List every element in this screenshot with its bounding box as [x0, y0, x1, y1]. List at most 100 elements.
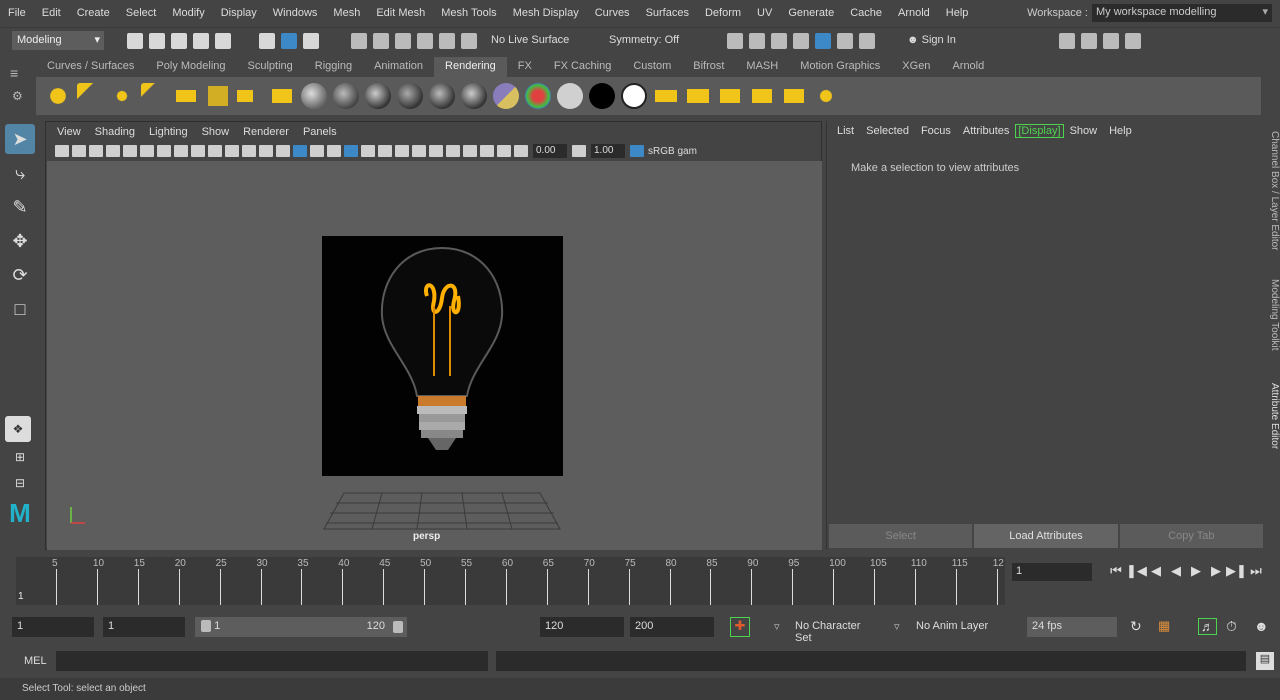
menu-arnold[interactable]: Arnold — [890, 7, 938, 19]
menu-cache[interactable]: Cache — [842, 7, 890, 19]
playback-end-field[interactable]: 120 — [540, 617, 624, 637]
time-slider[interactable]: 5 10 15 20 25 30 35 40 45 50 55 60 65 70 75 80 85 90 95 100… — [10, 557, 1005, 607]
save-scene-icon[interactable] — [171, 32, 187, 49]
ae-menu-help[interactable]: Help — [1103, 125, 1138, 137]
menu-mesh-display[interactable]: Mesh Display — [505, 7, 587, 19]
point-light-icon[interactable] — [109, 83, 135, 109]
shelf-tab-fx-caching[interactable]: FX Caching — [542, 57, 623, 77]
four-view-layout-icon[interactable]: ⊞ — [5, 446, 35, 468]
render-frame-icon[interactable] — [749, 32, 765, 49]
color-management-icon[interactable] — [630, 145, 644, 157]
phong-e-sphere-icon[interactable] — [397, 83, 423, 109]
pause-icon[interactable] — [859, 32, 875, 49]
rotate-tool-icon[interactable]: ⟳ — [5, 260, 35, 290]
ambient-light-icon[interactable] — [45, 83, 71, 109]
menu-edit-mesh[interactable]: Edit Mesh — [368, 7, 433, 19]
move-tool-icon[interactable]: ✥ — [5, 226, 35, 256]
loop-icon[interactable]: ↻ — [1130, 618, 1142, 635]
shelf-tab-fx[interactable]: FX — [506, 57, 543, 77]
play-backwards-icon[interactable]: ◀ — [1166, 563, 1186, 581]
use-background-icon[interactable] — [589, 83, 615, 109]
shelf-settings-icon[interactable]: ⚙ — [12, 89, 24, 103]
menu-surfaces[interactable]: Surfaces — [638, 7, 697, 19]
step-forward-key-icon[interactable]: ▶ — [1206, 563, 1226, 581]
textured-icon[interactable] — [344, 145, 358, 157]
render-settings-icon[interactable] — [793, 32, 809, 49]
lasso-tool-icon[interactable]: ⤷ — [5, 158, 35, 188]
tab-modeling-toolkit[interactable]: Modeling Toolkit — [1264, 279, 1280, 351]
arnold-render-icon[interactable] — [837, 32, 853, 49]
go-to-end-icon[interactable]: ⏭ — [1246, 563, 1266, 581]
render-sequence-icon[interactable] — [653, 83, 679, 109]
render-pass-icon[interactable] — [781, 83, 807, 109]
two-view-layout-icon[interactable]: ⊟ — [5, 472, 35, 494]
ae-menu-selected[interactable]: Selected — [860, 125, 915, 137]
viewport-menu-panels[interactable]: Panels — [296, 126, 344, 138]
modeling-toolkit-icon[interactable] — [1059, 32, 1075, 49]
image-plane-lightbulb[interactable] — [322, 236, 563, 476]
playback-start-field[interactable]: 1 — [103, 617, 185, 637]
resolution-gate-icon[interactable] — [191, 145, 205, 157]
animation-end-field[interactable]: 200 — [630, 617, 714, 637]
go-to-start-icon[interactable]: ⏮ — [1106, 563, 1126, 581]
menu-file[interactable]: File — [0, 7, 34, 19]
shadows-icon[interactable] — [378, 145, 392, 157]
volume-light-icon[interactable] — [205, 83, 231, 109]
field-chart-icon[interactable] — [225, 145, 239, 157]
channel-box-icon[interactable] — [1125, 32, 1141, 49]
menu-mesh[interactable]: Mesh — [325, 7, 368, 19]
camera-aim-icon[interactable] — [269, 83, 295, 109]
gate-mask-icon[interactable] — [208, 145, 222, 157]
viewport-canvas[interactable]: persp — [47, 161, 822, 550]
step-back-key-icon[interactable]: ◀ — [1146, 563, 1166, 581]
target-light-icon[interactable] — [813, 83, 839, 109]
viewport-menu-renderer[interactable]: Renderer — [236, 126, 296, 138]
menu-uv[interactable]: UV — [749, 7, 780, 19]
grease-pencil-icon[interactable] — [140, 145, 154, 157]
shelf-tab-curves-surfaces[interactable]: Curves / Surfaces — [36, 57, 146, 77]
redo-icon[interactable] — [215, 32, 231, 49]
shelf-tab-custom[interactable]: Custom — [622, 57, 683, 77]
copy-tab-button[interactable]: Copy Tab — [1119, 524, 1263, 548]
area-light-icon[interactable] — [173, 83, 199, 109]
play-forwards-icon[interactable]: ▶ — [1186, 563, 1206, 581]
single-view-layout-icon[interactable]: ❖ — [5, 416, 31, 442]
camera-select-icon[interactable] — [55, 145, 69, 157]
film-gate-icon[interactable] — [174, 145, 188, 157]
menu-help[interactable]: Help — [938, 7, 977, 19]
live-surface-field[interactable]: No Live Surface — [486, 31, 578, 50]
range-slider-start-handle[interactable] — [201, 620, 211, 633]
snap-curve-icon[interactable] — [373, 32, 389, 49]
gamma-field[interactable]: 1.00 — [591, 144, 625, 158]
ipr-render-icon[interactable] — [771, 32, 787, 49]
directional-light-icon[interactable] — [77, 83, 103, 109]
new-scene-icon[interactable] — [127, 32, 143, 49]
smooth-shade-icon[interactable] — [293, 145, 307, 157]
select-by-object-icon[interactable] — [281, 32, 297, 49]
viewport-menu-view[interactable]: View — [50, 126, 88, 138]
symmetry-dropdown[interactable]: Symmetry: Off — [604, 31, 690, 50]
range-slider[interactable]: 1 120 — [195, 617, 407, 637]
tool-settings-icon[interactable] — [1103, 32, 1119, 49]
select-by-hierarchy-icon[interactable] — [259, 32, 275, 49]
lambert-sphere-icon[interactable] — [333, 83, 359, 109]
batch-render-icon[interactable] — [685, 83, 711, 109]
ae-menu-focus[interactable]: Focus — [915, 125, 957, 137]
menu-windows[interactable]: Windows — [265, 7, 326, 19]
ae-menu-list[interactable]: List — [831, 125, 860, 137]
anim-layer-dropdown[interactable]: No Anim Layer — [911, 617, 1011, 637]
viewport-menu-show[interactable]: Show — [195, 126, 237, 138]
default-material-icon[interactable] — [310, 145, 324, 157]
command-language-label[interactable]: MEL — [24, 655, 47, 667]
render-layer-icon[interactable] — [749, 83, 775, 109]
sound-icon[interactable]: ♬ — [1198, 618, 1217, 635]
spot-light-icon[interactable] — [141, 83, 167, 109]
shelf-menu-icon[interactable]: ≡ — [10, 65, 26, 81]
script-editor-icon[interactable]: ▤ — [1256, 652, 1274, 670]
select-by-component-icon[interactable] — [303, 32, 319, 49]
xray-icon[interactable] — [463, 145, 477, 157]
shelf-tab-rigging[interactable]: Rigging — [303, 57, 364, 77]
time-slider-track[interactable]: 5 10 15 20 25 30 35 40 45 50 55 60 65 70 75 80 85 90 95 100… — [16, 557, 1005, 605]
motion-blur-icon[interactable] — [412, 145, 426, 157]
camera-attributes-icon[interactable] — [72, 145, 86, 157]
